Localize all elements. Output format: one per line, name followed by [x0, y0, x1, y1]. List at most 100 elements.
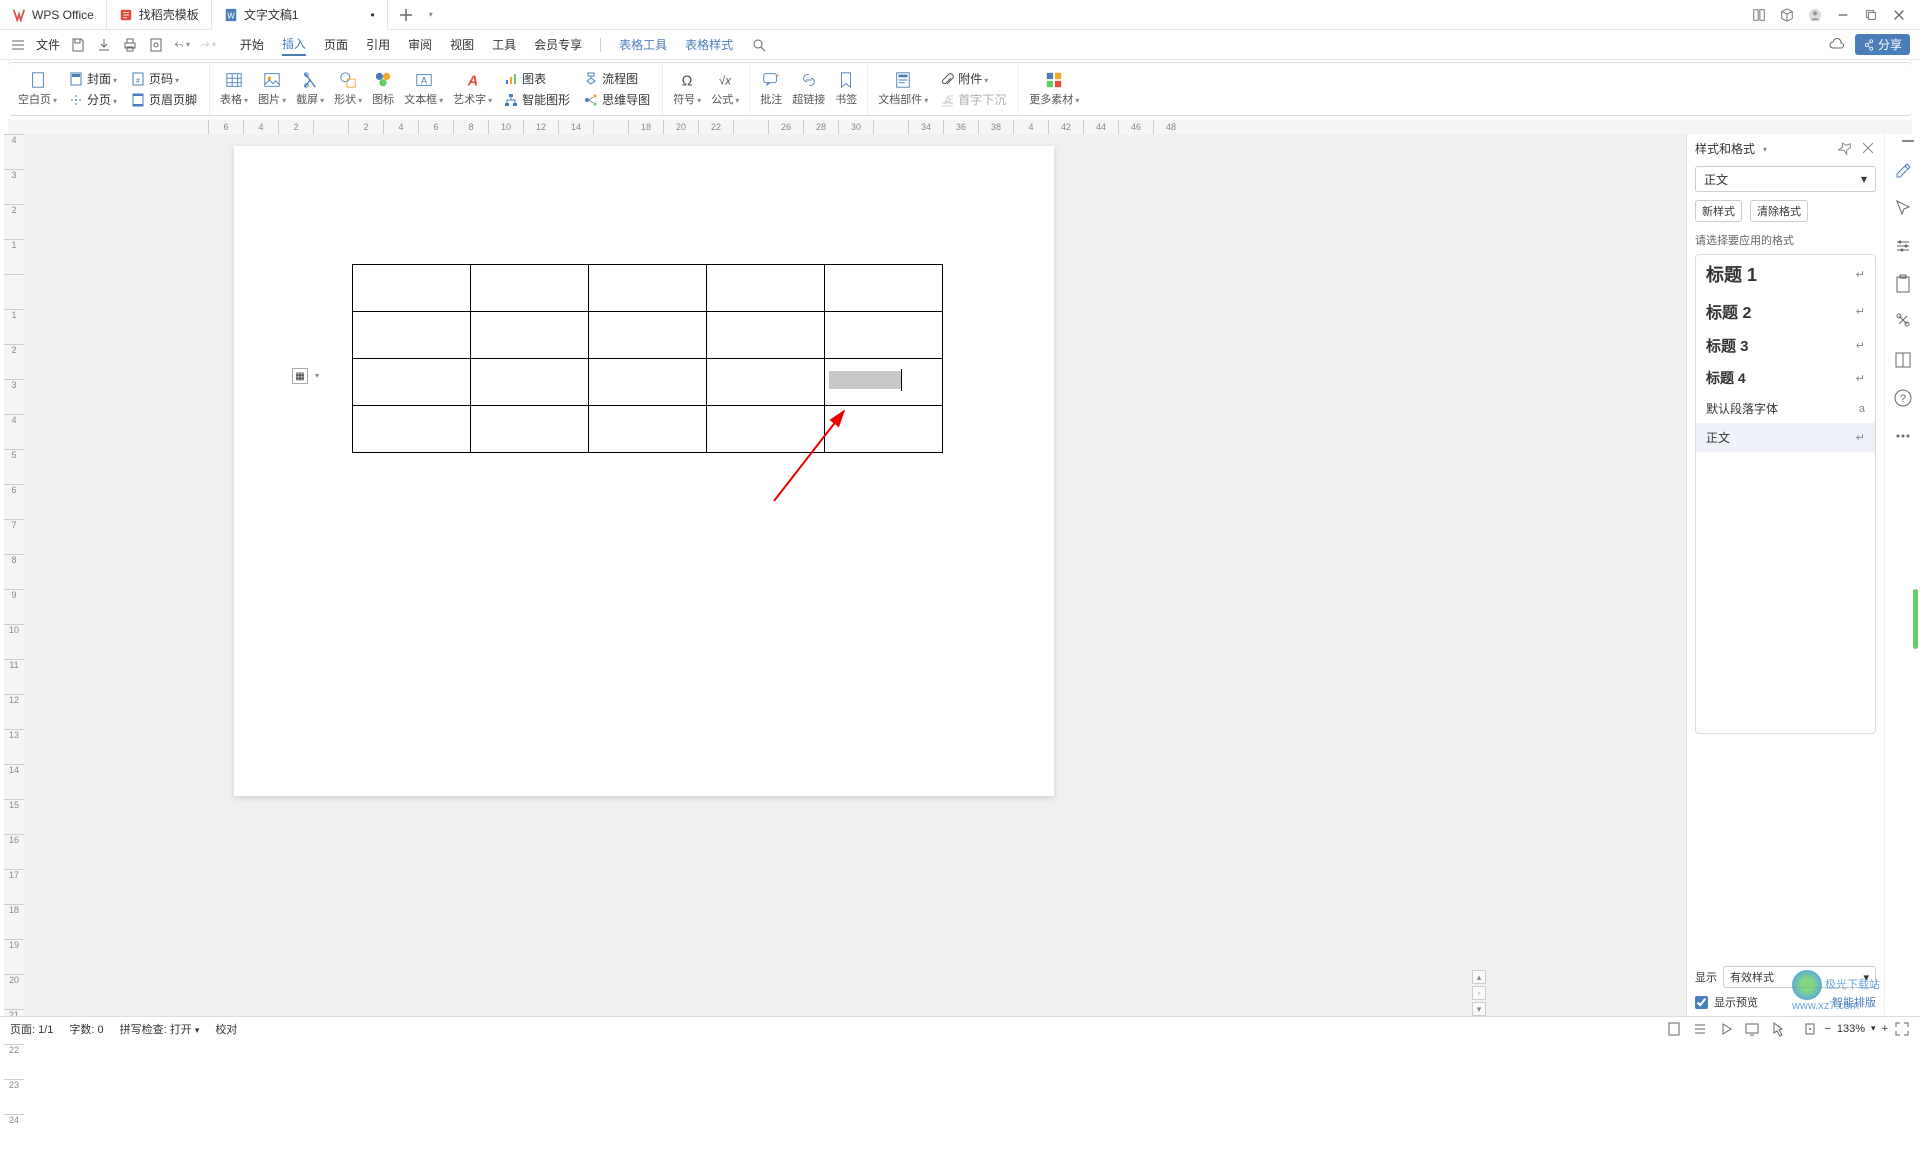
reader-mode-icon[interactable]	[1752, 8, 1766, 22]
panel-title-dropdown[interactable]	[1761, 141, 1767, 155]
save-icon[interactable]	[70, 37, 86, 53]
bookmark-button[interactable]: 书签	[831, 71, 861, 107]
icon-button[interactable]: 图标	[368, 71, 398, 107]
tab-tools[interactable]: 工具	[492, 34, 516, 55]
style-list[interactable]: 标题 1↵标题 2↵标题 3↵标题 4↵默认段落字体a正文↵	[1695, 254, 1876, 734]
search-icon[interactable]	[751, 37, 767, 53]
document-area[interactable]: ▦ ▴ ◦ ▾	[24, 134, 1686, 1016]
maximize-button[interactable]	[1864, 8, 1878, 22]
spellcheck-status[interactable]: 拼写检查: 打开 ▾	[120, 1021, 200, 1037]
table-button[interactable]: 表格	[216, 71, 252, 107]
blank-page-button[interactable]: 空白页	[14, 71, 61, 107]
chart-icon	[504, 72, 518, 86]
tab-reference[interactable]: 引用	[366, 34, 390, 55]
comment-button[interactable]: +批注	[756, 71, 786, 107]
horizontal-ruler[interactable]: 6422468101214182022262830343638442444648	[8, 120, 1912, 134]
cube-icon[interactable]	[1780, 8, 1794, 22]
current-style-select[interactable]: 正文 ▾	[1695, 166, 1876, 192]
scroll-down-button[interactable]: ▾	[1472, 1002, 1486, 1016]
tab-insert[interactable]: 插入	[282, 33, 306, 56]
tab-templates[interactable]: 找稻壳模板	[107, 0, 212, 30]
dropcap-button[interactable]: A首字下沉	[938, 90, 1008, 109]
style-item[interactable]: 标题 2↵	[1696, 293, 1875, 329]
cloud-icon[interactable]	[1829, 37, 1845, 53]
fullscreen-icon[interactable]	[1894, 1021, 1910, 1037]
new-style-button[interactable]: 新样式	[1695, 200, 1742, 222]
tab-page[interactable]: 页面	[324, 34, 348, 55]
right-sidebar: ?	[1884, 134, 1920, 1016]
scrollbar-indicator[interactable]	[1913, 589, 1918, 649]
proofread-status[interactable]: 校对	[215, 1021, 237, 1037]
tab-view[interactable]: 视图	[450, 34, 474, 55]
print-preview-icon[interactable]	[148, 37, 164, 53]
style-item[interactable]: 正文↵	[1696, 423, 1875, 452]
share-button[interactable]: 分享	[1855, 34, 1910, 55]
chart-button[interactable]: 图表	[502, 69, 572, 88]
svg-text:A: A	[944, 95, 952, 107]
clear-format-button[interactable]: 清除格式	[1750, 200, 1808, 222]
annotation-arrow-icon	[764, 401, 864, 511]
view-web-icon[interactable]	[1744, 1021, 1760, 1037]
tab-table-tools[interactable]: 表格工具	[619, 34, 667, 55]
user-avatar-icon[interactable]	[1808, 8, 1822, 22]
zoom-in-button[interactable]: +	[1882, 1023, 1888, 1035]
preview-checkbox[interactable]	[1695, 996, 1708, 1009]
tab-document[interactable]: W 文字文稿1 •	[212, 0, 388, 30]
header-footer-button[interactable]: 页眉页脚	[129, 90, 199, 109]
tab-member[interactable]: 会员专享	[534, 34, 582, 55]
view-outline-icon[interactable]	[1692, 1021, 1708, 1037]
vertical-ruler[interactable]: 4321123456789101112131415161718192021222…	[4, 134, 24, 1016]
style-item[interactable]: 标题 3↵	[1696, 329, 1875, 362]
scroll-up-button[interactable]: ▴	[1472, 970, 1486, 984]
wordart-button[interactable]: A艺术字	[449, 71, 496, 107]
table-move-handle[interactable]: ▦	[292, 368, 308, 384]
print-icon[interactable]	[122, 37, 138, 53]
pagenum-button[interactable]: #页码	[129, 69, 199, 88]
symbol-button[interactable]: Ω符号	[669, 71, 705, 107]
screenshot-button[interactable]: 截屏	[292, 71, 328, 107]
zoom-level[interactable]: 133%	[1837, 1023, 1865, 1035]
textbox-button[interactable]: A文本框	[400, 71, 447, 107]
redo-button[interactable]	[200, 37, 216, 53]
tab-app[interactable]: WPS Office	[0, 0, 107, 30]
section-button[interactable]: 分页	[67, 90, 119, 109]
equation-button[interactable]: √x公式	[707, 71, 743, 107]
hyperlink-button[interactable]: 超链接	[788, 71, 829, 107]
panel-close-icon[interactable]	[1860, 140, 1876, 156]
flowchart-button[interactable]: 流程图	[582, 69, 652, 88]
fit-page-icon[interactable]	[1802, 1021, 1818, 1037]
close-button[interactable]	[1892, 8, 1906, 22]
minimize-button[interactable]	[1836, 8, 1850, 22]
docparts-button[interactable]: 文档部件	[874, 71, 932, 107]
zoom-out-button[interactable]: −	[1824, 1023, 1830, 1035]
tab-label: 找稻壳模板	[139, 6, 199, 23]
scroll-handle-button[interactable]: ◦	[1472, 986, 1486, 1000]
pin-icon[interactable]	[1838, 140, 1854, 156]
style-item[interactable]: 标题 1↵	[1696, 255, 1875, 293]
word-count[interactable]: 字数: 0	[69, 1021, 103, 1037]
view-focus-icon[interactable]	[1770, 1021, 1786, 1037]
page-indicator[interactable]: 页面: 1/1	[10, 1021, 53, 1037]
tab-start[interactable]: 开始	[240, 34, 264, 55]
cover-button[interactable]: 封面	[67, 69, 119, 88]
style-item[interactable]: 默认段落字体a	[1696, 394, 1875, 423]
attachment-button[interactable]: 附件	[938, 69, 1008, 88]
more-assets-button[interactable]: 更多素材	[1025, 71, 1083, 107]
view-read-icon[interactable]	[1718, 1021, 1734, 1037]
picture-button[interactable]: 图片	[254, 71, 290, 107]
section-icon	[69, 93, 83, 107]
export-icon[interactable]	[96, 37, 112, 53]
new-tab-button[interactable]	[398, 7, 414, 23]
style-item[interactable]: 标题 4↵	[1696, 362, 1875, 394]
view-page-icon[interactable]	[1666, 1021, 1682, 1037]
selected-cell[interactable]	[825, 359, 943, 406]
smartart-button[interactable]: 智能图形	[502, 90, 572, 109]
mindmap-button[interactable]: 思维导图	[582, 90, 652, 109]
undo-button[interactable]	[174, 37, 190, 53]
file-menu[interactable]: 文件	[36, 36, 60, 53]
menu-icon[interactable]	[10, 37, 26, 53]
shape-button[interactable]: 形状	[330, 71, 366, 107]
new-tab-dropdown[interactable]	[422, 7, 438, 23]
tab-review[interactable]: 审阅	[408, 34, 432, 55]
tab-table-style[interactable]: 表格样式	[685, 34, 733, 55]
